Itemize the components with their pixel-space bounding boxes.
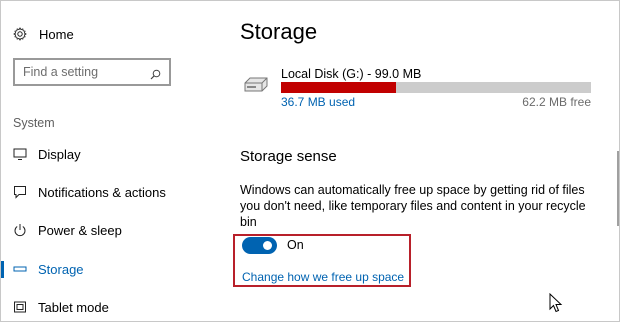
used-space-label: 36.7 MB used (281, 95, 356, 109)
main-content: Storage Local Disk (G:) - 99.0 MB 36.7 M… (199, 1, 619, 321)
home-nav-item[interactable]: Home (13, 23, 74, 45)
sidebar-item-tablet-mode[interactable]: Tablet mode (1, 291, 199, 322)
sidebar-item-label: Tablet mode (38, 299, 109, 315)
toggle-knob (263, 241, 272, 250)
gear-icon (13, 27, 27, 41)
sidebar-item-label: Display (38, 146, 81, 162)
settings-window: Home System Display (0, 0, 620, 322)
storage-icon (13, 262, 27, 276)
toggle-state-label: On (287, 238, 304, 252)
disk-name[interactable]: Local Disk (G:) - 99.0 MB (281, 67, 421, 81)
storage-usage-bar[interactable] (281, 82, 591, 93)
storage-sense-toggle[interactable] (242, 237, 277, 254)
free-space-label: 62.2 MB free (522, 95, 591, 109)
sidebar-item-storage[interactable]: Storage (1, 253, 199, 285)
sidebar-item-notifications[interactable]: Notifications & actions (1, 176, 199, 208)
power-icon (13, 223, 27, 237)
scrollbar[interactable] (617, 151, 619, 226)
storage-sense-description: Windows can automatically free up space … (240, 183, 586, 229)
sidebar-item-display[interactable]: Display (1, 138, 199, 170)
search-input[interactable] (23, 65, 148, 79)
search-icon[interactable] (150, 67, 161, 79)
sidebar: Home System Display (1, 1, 199, 321)
sidebar-item-label: Storage (38, 261, 84, 277)
page-title: Storage (240, 19, 318, 44)
section-label-system: System (13, 116, 55, 130)
drive-icon (243, 77, 269, 95)
sidebar-item-label: Notifications & actions (38, 184, 166, 200)
search-box[interactable] (13, 58, 171, 86)
sidebar-item-label: Power & sleep (38, 222, 122, 238)
storage-usage-fill (281, 82, 396, 93)
tablet-icon (13, 300, 27, 314)
storage-sense-heading: Storage sense (240, 148, 337, 165)
home-label: Home (39, 26, 74, 42)
mouse-cursor-icon (549, 292, 563, 313)
change-free-up-space-link[interactable]: Change how we free up space (242, 270, 404, 284)
monitor-icon (13, 147, 27, 161)
sidebar-item-power-sleep[interactable]: Power & sleep (1, 214, 199, 246)
notifications-icon (13, 185, 27, 199)
